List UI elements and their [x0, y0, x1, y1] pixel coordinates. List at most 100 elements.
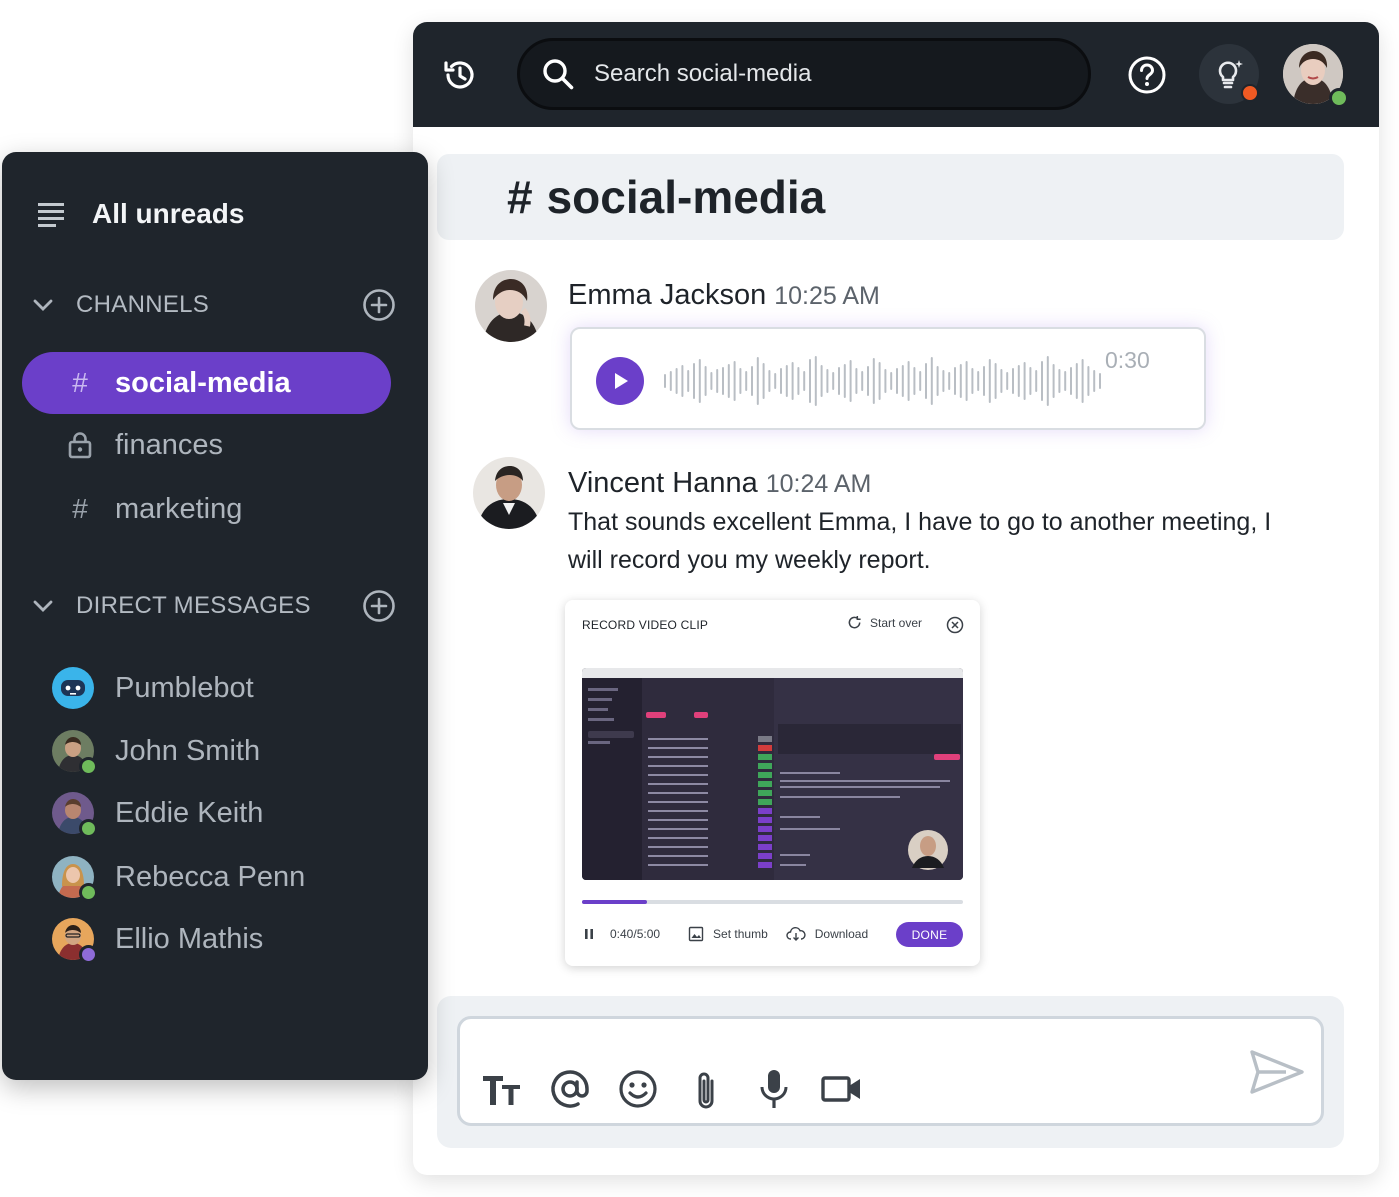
user-avatar[interactable]: [1283, 44, 1349, 108]
waveform-bar: [1000, 369, 1003, 393]
attachment-icon[interactable]: [684, 1067, 728, 1111]
send-icon[interactable]: [1248, 1047, 1306, 1097]
video-clip-card: RECORD VIDEO CLIP Start over 0:40/5:00 S…: [565, 600, 980, 966]
add-direct-message-icon[interactable]: [362, 589, 396, 623]
all-unreads-item[interactable]: All unreads: [36, 198, 244, 230]
text-format-icon[interactable]: [480, 1067, 524, 1111]
video-preview[interactable]: [582, 668, 963, 880]
video-camera-icon[interactable]: [820, 1067, 864, 1111]
sidebar-item-rebecca-penn[interactable]: Rebecca Penn: [52, 856, 305, 902]
search-icon: [538, 54, 578, 94]
waveform-bar: [878, 362, 881, 400]
waveform-bar: [826, 369, 829, 393]
online-status: [79, 819, 98, 838]
lightbulb-icon: [1211, 56, 1247, 92]
channel-hash-icon: #: [72, 367, 88, 398]
direct-messages-section-header[interactable]: DIRECT MESSAGES: [32, 589, 396, 623]
message-author[interactable]: Vincent Hanna: [568, 467, 758, 500]
microphone-icon[interactable]: [752, 1067, 796, 1111]
avatar[interactable]: [473, 457, 545, 529]
waveform-bar: [1046, 356, 1049, 406]
emoji-icon[interactable]: [616, 1067, 660, 1111]
waveform-bar: [942, 370, 945, 392]
waveform-bar: [733, 361, 736, 401]
message-input[interactable]: [457, 1016, 1324, 1126]
waveform-bar: [1070, 367, 1072, 395]
waveform-bar: [785, 365, 788, 397]
recording-time: 0:40/5:00: [610, 927, 661, 941]
list-icon: [36, 201, 66, 227]
online-status: [79, 883, 98, 902]
waveform-bar: [867, 366, 869, 396]
channel-hash-icon: #: [72, 493, 88, 524]
set-thumb-button[interactable]: Set thumb: [688, 926, 768, 942]
waveform-bar: [919, 371, 922, 391]
waveform-bar: [1012, 368, 1014, 394]
waveform-bar: [948, 372, 951, 390]
start-over-button[interactable]: Start over: [847, 615, 922, 630]
set-thumb-label: Set thumb: [713, 927, 768, 941]
sidebar-item-marketing[interactable]: # marketing: [22, 478, 391, 540]
top-bar: Search social-media: [413, 22, 1379, 127]
waveform[interactable]: [664, 353, 1104, 409]
sidebar-item-pumblebot[interactable]: Pumblebot: [52, 667, 254, 709]
chevron-down-icon[interactable]: [32, 294, 54, 316]
waveform-bar: [994, 363, 997, 399]
waveform-bar: [716, 369, 719, 393]
waveform-bar: [1017, 365, 1020, 397]
sidebar-item-eddie-keith[interactable]: Eddie Keith: [52, 792, 263, 838]
add-channel-icon[interactable]: [362, 288, 396, 322]
done-button[interactable]: DONE: [896, 922, 963, 947]
avatar: [52, 856, 98, 902]
waveform-bar: [849, 360, 852, 402]
waveform-bar: [925, 363, 927, 399]
close-icon[interactable]: [946, 616, 964, 634]
waveform-bar: [930, 357, 933, 405]
image-icon: [688, 926, 704, 942]
waveform-bar: [745, 371, 748, 391]
sidebar-item-finances[interactable]: finances: [22, 414, 391, 476]
message-time: 10:25 AM: [774, 282, 880, 310]
start-over-label: Start over: [870, 615, 923, 630]
history-icon[interactable]: [437, 52, 483, 98]
online-status: [79, 757, 98, 776]
waveform-bar: [959, 364, 962, 398]
composer-toolbar: [480, 1067, 888, 1111]
recording-progress[interactable]: [582, 900, 963, 904]
pause-icon[interactable]: [582, 927, 596, 941]
waveform-bar: [774, 373, 777, 389]
waveform-bar: [1058, 369, 1061, 393]
avatar: [52, 730, 98, 776]
waveform-bar: [1075, 363, 1078, 399]
search-placeholder: Search social-media: [594, 60, 812, 87]
waveform-bar: [907, 361, 910, 401]
waveform-bar: [843, 364, 846, 398]
sidebar-item-ellio-mathis[interactable]: Ellio Mathis: [52, 918, 263, 964]
whats-new-button[interactable]: [1199, 44, 1259, 104]
chat-window: Search social-media # social-media Emma …: [413, 22, 1379, 1175]
message-author[interactable]: Emma Jackson: [568, 279, 766, 312]
message-header: Emma Jackson 10:25 AM: [568, 279, 880, 312]
composer-area: [437, 996, 1344, 1148]
channel-header: # social-media: [437, 154, 1344, 240]
waveform-bar: [751, 366, 753, 396]
search-input[interactable]: Search social-media: [517, 38, 1091, 110]
avatar[interactable]: [475, 270, 547, 342]
message-text: That sounds excellent Emma, I have to go…: [568, 508, 1272, 574]
waveform-bar: [977, 371, 980, 391]
sidebar-item-john-smith[interactable]: John Smith: [52, 730, 260, 776]
download-button[interactable]: Download: [786, 926, 868, 942]
play-button[interactable]: [596, 357, 644, 405]
waveform-bar: [704, 366, 707, 396]
waveform-bar: [710, 372, 713, 390]
sidebar-item-social-media[interactable]: # social-media: [22, 352, 391, 414]
avatar: [52, 792, 98, 838]
waveform-bar: [803, 371, 806, 391]
help-icon[interactable]: [1125, 53, 1169, 97]
chevron-down-icon[interactable]: [32, 595, 54, 617]
channels-section-header[interactable]: CHANNELS: [32, 288, 396, 322]
waveform-bar: [698, 359, 701, 403]
mention-icon[interactable]: [548, 1067, 592, 1111]
waveform-bar: [664, 374, 666, 388]
waveform-bar: [1052, 364, 1055, 398]
